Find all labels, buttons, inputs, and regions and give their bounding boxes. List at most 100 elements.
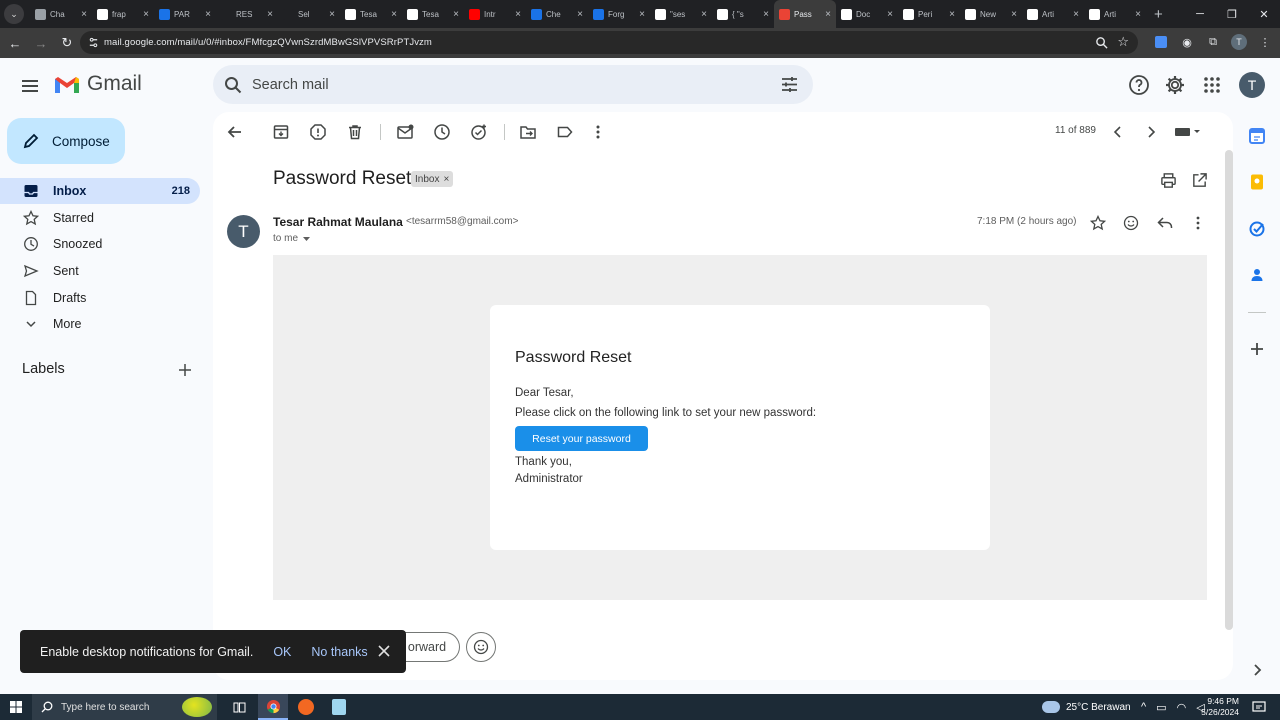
browser-tab[interactable]: Tesa × bbox=[340, 0, 402, 28]
snooze-clock-icon[interactable] bbox=[433, 123, 451, 141]
calendar-icon[interactable] bbox=[1248, 127, 1266, 145]
browser-tab[interactable]: Arti × bbox=[1084, 0, 1146, 28]
sidebar-item-sent[interactable]: Sent bbox=[0, 258, 200, 284]
sidebar-item-inbox[interactable]: Inbox 218 bbox=[0, 178, 200, 204]
browser-tab[interactable]: Sel × bbox=[278, 0, 340, 28]
get-addons-plus-icon[interactable] bbox=[1248, 340, 1266, 358]
search-input[interactable]: Search mail bbox=[252, 77, 329, 93]
browser-tab[interactable]: Pass × bbox=[774, 0, 836, 28]
sidebar-item-drafts[interactable]: Drafts bbox=[0, 285, 200, 311]
browser-tab[interactable]: Che × bbox=[526, 0, 588, 28]
tab-close-icon[interactable]: × bbox=[143, 9, 149, 20]
tab-close-icon[interactable]: × bbox=[701, 9, 707, 20]
inbox-label-chip[interactable]: Inbox × bbox=[411, 171, 454, 187]
profile-avatar[interactable]: T bbox=[1230, 33, 1248, 51]
wifi-icon[interactable]: ◠ bbox=[1177, 701, 1187, 714]
notifications-icon[interactable] bbox=[1252, 700, 1266, 714]
reply-icon[interactable] bbox=[1157, 215, 1173, 231]
main-menu-icon[interactable] bbox=[16, 72, 44, 100]
browser-tab[interactable]: PAR × bbox=[154, 0, 216, 28]
battery-icon[interactable]: ▭ bbox=[1156, 701, 1166, 714]
browser-tab[interactable]: Arti × bbox=[1022, 0, 1084, 28]
tab-search-button[interactable]: ⌄ bbox=[4, 4, 24, 24]
system-clock[interactable]: 9:46 PM 5/26/2024 bbox=[1201, 694, 1239, 720]
newer-chevron-left-icon[interactable] bbox=[1109, 123, 1127, 141]
sender-avatar[interactable]: T bbox=[227, 215, 260, 248]
tab-close-icon[interactable]: × bbox=[391, 9, 397, 20]
remove-label-icon[interactable]: × bbox=[443, 174, 449, 185]
browser-tab[interactable]: { "s × bbox=[712, 0, 774, 28]
back-to-inbox-icon[interactable] bbox=[226, 123, 244, 141]
extensions-puzzle-icon[interactable]: ⧉ bbox=[1204, 33, 1222, 51]
tab-close-icon[interactable]: × bbox=[515, 9, 521, 20]
restore-button[interactable]: ❐ bbox=[1216, 0, 1248, 28]
star-icon[interactable] bbox=[1090, 215, 1106, 231]
extension-icon[interactable] bbox=[1152, 33, 1170, 51]
browser-tab[interactable]: Tesa × bbox=[402, 0, 464, 28]
emoji-reaction-button[interactable] bbox=[466, 632, 496, 662]
caret-down-icon[interactable] bbox=[302, 234, 311, 243]
tab-close-icon[interactable]: × bbox=[949, 9, 955, 20]
bookmark-star-icon[interactable]: ☆ bbox=[1117, 34, 1129, 50]
apps-grid-icon[interactable] bbox=[1200, 73, 1224, 97]
tab-close-icon[interactable]: × bbox=[825, 9, 831, 20]
settings-gear-icon[interactable] bbox=[1163, 73, 1187, 97]
taskbar-postman-app-icon[interactable] bbox=[298, 699, 314, 715]
delete-trash-icon[interactable] bbox=[346, 123, 364, 141]
browser-tab[interactable]: "ses × bbox=[650, 0, 712, 28]
browser-tab[interactable]: Intr × bbox=[464, 0, 526, 28]
tab-close-icon[interactable]: × bbox=[205, 9, 211, 20]
close-icon[interactable] bbox=[377, 644, 391, 658]
reload-button[interactable]: ↻ bbox=[56, 32, 78, 54]
account-avatar[interactable]: T bbox=[1239, 72, 1265, 98]
label-tag-icon[interactable] bbox=[556, 123, 574, 141]
browser-tab[interactable]: Forg × bbox=[588, 0, 650, 28]
add-reaction-emoji-icon[interactable] bbox=[1123, 215, 1139, 231]
tasks-icon[interactable] bbox=[1248, 220, 1266, 238]
sidebar-item-starred[interactable]: Starred bbox=[0, 205, 200, 231]
tab-close-icon[interactable]: × bbox=[453, 9, 459, 20]
address-bar[interactable]: mail.google.com/mail/u/0/#inbox/FMfcgzQV… bbox=[80, 31, 1138, 54]
browser-tab[interactable]: New × bbox=[960, 0, 1022, 28]
browser-tab[interactable]: Doc × bbox=[836, 0, 898, 28]
new-tab-button[interactable]: + bbox=[1154, 6, 1163, 23]
tab-close-icon[interactable]: × bbox=[1135, 9, 1141, 20]
more-options-icon[interactable] bbox=[589, 123, 607, 141]
recipient-details[interactable]: to me bbox=[273, 233, 311, 244]
hide-side-panel-chevron-icon[interactable] bbox=[1248, 661, 1266, 679]
browser-tab[interactable]: RES × bbox=[216, 0, 278, 28]
forward-button[interactable]: → bbox=[30, 32, 52, 54]
browser-menu-icon[interactable]: ⋮ bbox=[1256, 33, 1274, 51]
archive-icon[interactable] bbox=[272, 123, 290, 141]
mark-unread-icon[interactable] bbox=[396, 123, 414, 141]
message-scrollbar[interactable] bbox=[1225, 150, 1233, 630]
message-more-icon[interactable] bbox=[1190, 215, 1206, 231]
sidebar-item-more[interactable]: More bbox=[0, 311, 200, 337]
search-options-icon[interactable] bbox=[780, 75, 799, 94]
zoom-icon[interactable] bbox=[1095, 36, 1108, 49]
minimize-button[interactable]: ─ bbox=[1184, 0, 1216, 28]
taskbar-search-input[interactable]: Type here to search bbox=[61, 702, 149, 713]
add-task-icon[interactable] bbox=[470, 123, 488, 141]
tab-close-icon[interactable]: × bbox=[81, 9, 87, 20]
open-in-new-window-icon[interactable] bbox=[1191, 172, 1208, 189]
back-button[interactable]: ← bbox=[4, 32, 26, 54]
browser-tab[interactable]: frap × bbox=[92, 0, 154, 28]
older-chevron-right-icon[interactable] bbox=[1142, 123, 1160, 141]
windows-start-icon[interactable] bbox=[10, 701, 22, 713]
help-icon[interactable] bbox=[1127, 73, 1151, 97]
browser-tab[interactable]: Peri × bbox=[898, 0, 960, 28]
tab-close-icon[interactable]: × bbox=[1011, 9, 1017, 20]
gmail-logo[interactable]: Gmail bbox=[53, 72, 142, 96]
tab-close-icon[interactable]: × bbox=[267, 9, 273, 20]
camera-extension-icon[interactable]: ◉ bbox=[1178, 33, 1196, 51]
taskbar-notepad-app-icon[interactable] bbox=[332, 699, 346, 715]
input-tools-keyboard-icon[interactable] bbox=[1173, 123, 1203, 141]
taskbar-chrome-app[interactable] bbox=[258, 694, 288, 720]
tab-close-icon[interactable]: × bbox=[763, 9, 769, 20]
toast-no-thanks-button[interactable]: No thanks bbox=[311, 645, 367, 659]
close-window-button[interactable]: ✕ bbox=[1248, 0, 1280, 28]
keep-notes-icon[interactable] bbox=[1248, 173, 1266, 191]
task-view-icon[interactable] bbox=[233, 701, 246, 714]
compose-button[interactable]: Compose bbox=[7, 118, 125, 164]
